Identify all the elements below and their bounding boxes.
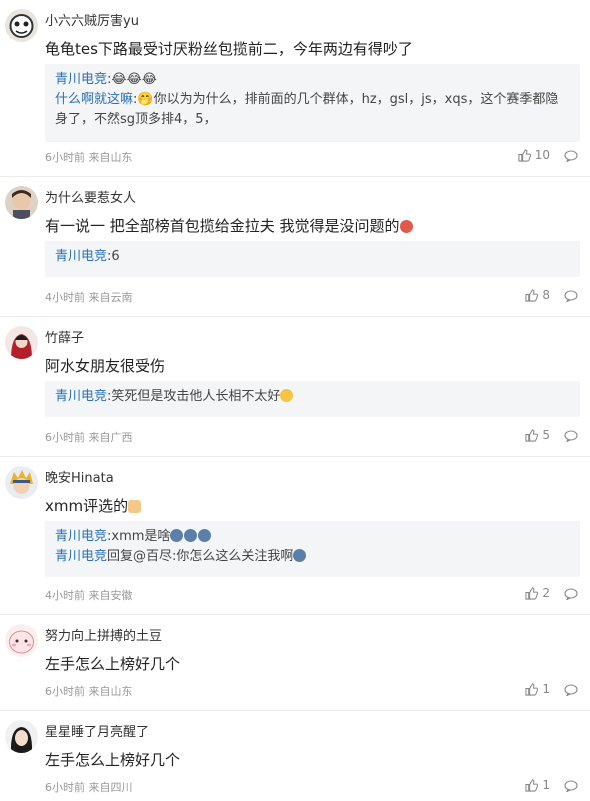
emoji-icon — [293, 549, 307, 562]
comment-list: 小六六贼厉害yu 龟龟tes下路最受讨厌粉丝包揽前二，今年两边有得吵了 青川电竞… — [0, 0, 590, 801]
comment-time: 6小时前 — [45, 151, 85, 164]
speech-bubble-icon[interactable] — [564, 290, 578, 302]
comment-location: 来自山东 — [88, 151, 133, 164]
comment-item: 努力向上拼搏的土豆 左手怎么上榜好几个 6小时前 来自山东 1 — [0, 615, 590, 711]
avatar[interactable] — [5, 326, 38, 359]
like-button[interactable]: 1 — [525, 682, 550, 696]
like-button[interactable]: 10 — [518, 148, 550, 162]
reply-line: 青川电竞:6 — [55, 247, 570, 267]
like-button[interactable]: 8 — [525, 288, 550, 302]
username[interactable]: 为什么要惹女人 — [45, 187, 136, 206]
comment-meta: 6小时前 来自四川 — [45, 779, 133, 795]
comment-text: xmm评选的 — [45, 495, 142, 516]
thumbs-up-icon — [525, 288, 539, 302]
comment-location: 来自安徽 — [88, 589, 133, 602]
like-count: 1 — [542, 682, 550, 696]
reply-line: 青川电竞:xmm是啥 — [55, 527, 570, 547]
reply-text: :xmm是啥 — [107, 529, 171, 544]
reply-line: 青川电竞:😂😂😂 — [55, 70, 570, 90]
reply-box[interactable]: 青川电竞:6 — [45, 241, 580, 277]
emoji-icon — [198, 529, 212, 542]
comment-meta: 6小时前 来自广西 — [45, 429, 133, 445]
reply-text: :笑死但是攻击他人长相不太好 — [107, 389, 281, 404]
avatar[interactable] — [5, 9, 38, 42]
speech-bubble-icon[interactable] — [564, 430, 578, 442]
comment-meta: 6小时前 来自山东 — [45, 149, 133, 165]
username[interactable]: 努力向上拼搏的土豆 — [45, 625, 162, 644]
emoji-icon — [170, 529, 184, 542]
username[interactable]: 小六六贼厉害yu — [45, 10, 139, 29]
speech-bubble-icon[interactable] — [564, 780, 578, 792]
comment-text: 阿水女朋友很受伤 — [45, 357, 166, 375]
reply-line: 青川电竞:笑死但是攻击他人长相不太好 — [55, 387, 570, 407]
comment-item: 星星睡了月亮醒了 左手怎么上榜好几个 6小时前 来自四川 1 — [0, 711, 590, 801]
avatar[interactable] — [5, 186, 38, 219]
emoji-icon — [280, 389, 294, 402]
emoji-icon — [184, 529, 198, 542]
comment-time: 6小时前 — [45, 781, 85, 794]
username[interactable]: 竹薛子 — [45, 327, 84, 346]
comment-item: 小六六贼厉害yu 龟龟tes下路最受讨厌粉丝包揽前二，今年两边有得吵了 青川电竞… — [0, 0, 590, 177]
like-button[interactable]: 1 — [525, 778, 550, 792]
comment-time: 4小时前 — [45, 589, 85, 602]
reply-author[interactable]: 青川电竞 — [55, 249, 107, 264]
emoji-icon — [399, 220, 413, 233]
reply-author[interactable]: 青川电竞 — [55, 72, 107, 87]
avatar[interactable] — [5, 720, 38, 753]
reply-box[interactable]: 青川电竞:😂😂😂 什么啊就这嘛:🤭你以为为什么，排前面的几个群体，hz，gsl，… — [45, 64, 580, 142]
speech-bubble-icon[interactable] — [564, 684, 578, 696]
comment-item: 为什么要惹女人 有一说一 把全部榜首包揽给金拉夫 我觉得是没问题的 青川电竞:6… — [0, 177, 590, 317]
reply-box[interactable]: 青川电竞:笑死但是攻击他人长相不太好 — [45, 381, 580, 417]
avatar[interactable] — [5, 624, 38, 657]
comment-time: 6小时前 — [45, 431, 85, 444]
like-count: 1 — [542, 778, 550, 792]
speech-bubble-icon[interactable] — [564, 150, 578, 162]
avatar[interactable] — [5, 466, 38, 499]
comment-item: 竹薛子 阿水女朋友很受伤 青川电竞:笑死但是攻击他人长相不太好 6小时前 来自广… — [0, 317, 590, 457]
reply-text: 回复@百尽:你怎么这么关注我啊 — [107, 549, 294, 564]
reply-author[interactable]: 青川电竞 — [55, 549, 107, 564]
thumbs-up-icon — [525, 428, 539, 442]
like-button[interactable]: 2 — [525, 586, 550, 600]
like-count: 8 — [542, 288, 550, 302]
comment-text: 左手怎么上榜好几个 — [45, 655, 181, 673]
comment-text: 龟龟tes下路最受讨厌粉丝包揽前二，今年两边有得吵了 — [45, 40, 413, 58]
comment-location: 来自山东 — [88, 685, 133, 698]
thumbs-up-emoji-icon — [128, 500, 142, 513]
comment-meta: 4小时前 来自安徽 — [45, 587, 133, 603]
username[interactable]: 星星睡了月亮醒了 — [45, 721, 149, 740]
reply-line: 青川电竞回复@百尽:你怎么这么关注我啊 — [55, 547, 570, 567]
reply-author[interactable]: 青川电竞 — [55, 529, 107, 544]
thumbs-up-icon — [525, 778, 539, 792]
reply-author[interactable]: 青川电竞 — [55, 389, 107, 404]
thumbs-up-icon — [518, 148, 531, 162]
reply-author[interactable]: 什么啊就这嘛 — [55, 92, 133, 107]
comment-item: 晚安Hinata xmm评选的 青川电竞:xmm是啥 青川电竞回复@百尽:你怎么… — [0, 457, 590, 615]
comment-meta: 4小时前 来自云南 — [45, 289, 133, 305]
reply-text: :6 — [107, 249, 120, 264]
reply-text: :😂😂😂 — [107, 72, 157, 87]
thumbs-up-icon — [525, 682, 539, 696]
comment-text: 左手怎么上榜好几个 — [45, 751, 181, 769]
comment-time: 6小时前 — [45, 685, 85, 698]
speech-bubble-icon[interactable] — [564, 588, 578, 600]
thumbs-up-icon — [525, 586, 539, 600]
username[interactable]: 晚安Hinata — [45, 467, 114, 486]
like-button[interactable]: 5 — [525, 428, 550, 442]
comment-location: 来自四川 — [88, 781, 133, 794]
like-count: 2 — [542, 586, 550, 600]
like-count: 5 — [542, 428, 550, 442]
comment-location: 来自云南 — [88, 291, 133, 304]
comment-meta: 6小时前 来自山东 — [45, 683, 133, 699]
comment-text: 有一说一 把全部榜首包揽给金拉夫 我觉得是没问题的 — [45, 215, 414, 236]
comment-time: 4小时前 — [45, 291, 85, 304]
like-count: 10 — [534, 148, 550, 162]
reply-line: 什么啊就这嘛:🤭你以为为什么，排前面的几个群体，hz，gsl，js，xqs，这个… — [55, 90, 570, 130]
comment-location: 来自广西 — [88, 431, 133, 444]
reply-box[interactable]: 青川电竞:xmm是啥 青川电竞回复@百尽:你怎么这么关注我啊 — [45, 521, 580, 577]
